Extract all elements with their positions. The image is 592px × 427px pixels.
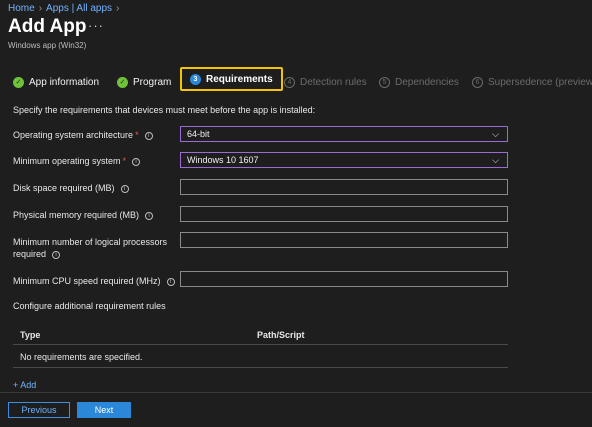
table-divider [13,367,508,368]
previous-button[interactable]: Previous [8,402,70,418]
step-number-icon: 6 [472,76,483,88]
required-marker: * [135,130,139,140]
physical-memory-input[interactable] [180,206,508,222]
logical-processors-input[interactable] [180,232,508,248]
chevron-down-icon: ⌵ [492,155,499,165]
info-icon[interactable]: i [145,211,154,220]
breadcrumb-home-link[interactable]: Home [8,3,35,14]
page-subtitle: Windows app (Win32) [8,41,87,50]
tab-label: Dependencies [395,76,459,88]
breadcrumb-separator-icon: › [38,3,43,14]
empty-state-text: No requirements are specified. [20,352,143,362]
section-title: Configure additional requirement rules [13,301,166,311]
disk-space-label: Disk space required (MB) i [13,183,129,193]
disk-space-input[interactable] [180,179,508,195]
required-marker: * [122,156,127,166]
info-icon[interactable]: i [120,184,129,193]
more-options-icon[interactable]: ··· [88,18,104,33]
tab-detection-rules[interactable]: 4 Detection rules [284,70,367,94]
check-icon: ✓ [117,76,128,88]
tab-label: Requirements [206,73,273,85]
step-number-icon: 4 [284,76,295,88]
tab-label: Detection rules [300,76,367,88]
step-number-icon: 5 [379,76,390,88]
column-header-type: Type [20,330,41,340]
column-header-path-script: Path/Script [257,330,305,340]
chevron-down-icon: ⌵ [492,129,499,139]
tab-supersedence[interactable]: 6 Supersedence (preview) [472,70,592,94]
tab-app-information[interactable]: ✓ App information [13,70,99,94]
logical-processors-label: Minimum number of logical processors req… [13,237,168,259]
tab-label: Program [133,76,172,88]
next-button[interactable]: Next [77,402,131,418]
page-title: Add App [8,16,87,37]
os-architecture-select[interactable]: 64-bit ⌵ [180,126,508,142]
info-icon[interactable]: i [132,157,141,166]
os-architecture-label: Operating system architecture * i [13,130,153,140]
min-os-label: Minimum operating system * i [13,156,141,166]
info-icon[interactable]: i [52,250,61,259]
cpu-speed-label: Minimum CPU speed required (MHz) i [13,276,175,286]
info-icon[interactable]: i [144,131,153,140]
table-divider [13,344,508,345]
breadcrumb-separator-icon: › [116,3,120,14]
cpu-speed-input[interactable] [180,271,508,287]
wizard-steps: ✓ App information ✓ Program 3 Requiremen… [0,67,592,96]
physical-memory-label: Physical memory required (MB) i [13,210,154,220]
tab-requirements[interactable]: 3 Requirements [180,67,283,91]
tab-label: Supersedence (preview) [488,76,592,88]
breadcrumb: Home › Apps | All apps › [8,3,123,14]
breadcrumb-apps-link[interactable]: Apps | All apps [46,3,112,14]
info-icon[interactable]: i [166,277,175,286]
check-icon: ✓ [13,76,24,88]
step-number-icon: 3 [190,73,201,85]
tab-label: App information [29,76,100,88]
min-os-select[interactable]: Windows 10 1607 ⌵ [180,152,508,168]
tab-program[interactable]: ✓ Program [117,70,171,94]
add-rule-link[interactable]: + Add [13,380,36,390]
tab-dependencies[interactable]: 5 Dependencies [379,70,459,94]
intro-text: Specify the requirements that devices mu… [13,105,316,115]
